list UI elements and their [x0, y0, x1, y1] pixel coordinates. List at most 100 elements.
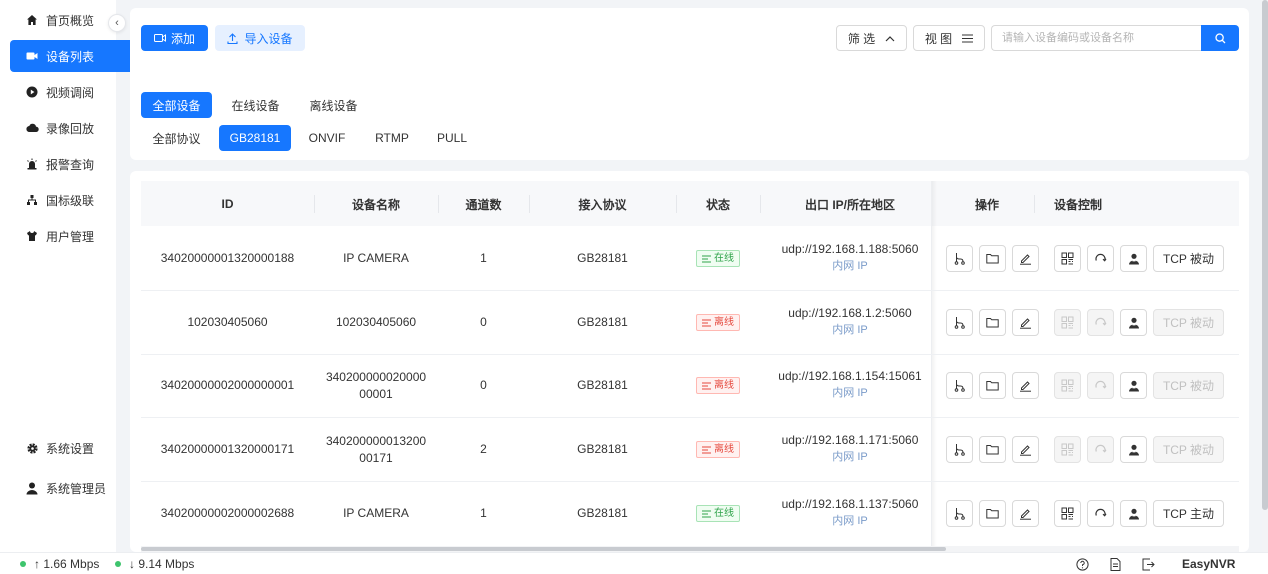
sidebar-item-settings[interactable]: 系统设置	[10, 432, 134, 464]
qrcode-icon	[1061, 507, 1074, 520]
edit-icon	[1019, 443, 1032, 456]
channel-tree-button[interactable]	[946, 500, 973, 527]
user-bind-button[interactable]	[1120, 245, 1147, 272]
folder-button[interactable]	[979, 436, 1006, 463]
column-header-status: 状态	[705, 197, 730, 212]
search-button[interactable]	[1201, 25, 1239, 51]
add-button[interactable]: 添加	[141, 25, 208, 51]
edit-button[interactable]	[1012, 309, 1039, 336]
refresh-button[interactable]	[1087, 309, 1114, 336]
sidebar-item-label: 首页概览	[46, 13, 95, 28]
play-icon	[24, 86, 40, 98]
tab-online-devices[interactable]: 在线设备	[222, 92, 289, 118]
tcp-mode-button[interactable]: TCP 被动	[1153, 309, 1224, 336]
channel-tree-button[interactable]	[946, 309, 973, 336]
tab-protocol-onvif[interactable]: ONVIF	[298, 125, 356, 151]
tab-protocol-rtmp[interactable]: RTMP	[364, 125, 420, 151]
document-button[interactable]	[1110, 553, 1121, 574]
cell-id: 102030405060	[187, 315, 268, 329]
folder-button[interactable]	[979, 500, 1006, 527]
sidebar-item-playback[interactable]: 录像回放	[10, 112, 134, 144]
refresh-icon	[1094, 252, 1107, 265]
search-icon	[1214, 32, 1226, 44]
view-button[interactable]: 视 图	[913, 25, 985, 51]
tcp-mode-button[interactable]: TCP 主动	[1153, 500, 1224, 527]
branch-icon	[953, 252, 966, 265]
refresh-button[interactable]	[1087, 245, 1114, 272]
refresh-button[interactable]	[1087, 436, 1114, 463]
user-bind-button[interactable]	[1120, 372, 1147, 399]
user-bind-button[interactable]	[1120, 309, 1147, 336]
cell-ip: udp://192.168.1.171:5060 内网 IP	[760, 417, 940, 480]
vertical-scrollbar-thumb[interactable]	[1262, 0, 1268, 510]
user-icon	[24, 482, 40, 495]
menu-icon	[962, 33, 974, 43]
cell-id: 34020000002000002688	[160, 506, 295, 520]
tcp-mode-button[interactable]: TCP 被动	[1153, 245, 1224, 272]
column-header-ip: 出口 IP/所在地区	[804, 197, 895, 212]
qrcode-button[interactable]	[1054, 500, 1081, 527]
import-device-button[interactable]: 导入设备	[215, 25, 305, 51]
person-icon	[1128, 508, 1140, 520]
horizontal-scrollbar-thumb[interactable]	[141, 547, 946, 551]
edit-button[interactable]	[1012, 436, 1039, 463]
folder-button[interactable]	[979, 309, 1006, 336]
sidebar-item-device-list[interactable]: 设备列表	[10, 40, 134, 72]
branch-icon	[953, 507, 966, 520]
status-bar: ↑ 1.66 Mbps ↓ 9.14 Mbps EasyNVR	[0, 552, 1268, 574]
column-header-name: 设备名称	[351, 197, 400, 212]
qrcode-button[interactable]	[1054, 245, 1081, 272]
search-input[interactable]	[991, 25, 1201, 51]
refresh-button[interactable]	[1087, 500, 1114, 527]
filter-button[interactable]: 筛 选	[836, 25, 907, 51]
edit-button[interactable]	[1012, 372, 1039, 399]
tcp-mode-button[interactable]: TCP 被动	[1153, 436, 1224, 463]
ip-region: 内网 IP	[832, 259, 868, 272]
channel-tree-button[interactable]	[946, 245, 973, 272]
refresh-icon	[1094, 443, 1107, 456]
tab-protocol-all[interactable]: 全部协议	[141, 125, 212, 151]
header-divider	[314, 195, 315, 213]
tab-all-devices[interactable]: 全部设备	[141, 92, 212, 118]
status-badge: 离线	[696, 314, 740, 331]
cell-device-name: 340200000020000 00001	[325, 369, 427, 401]
user-bind-button[interactable]	[1120, 436, 1147, 463]
header-divider	[676, 195, 677, 213]
channel-tree-button[interactable]	[946, 372, 973, 399]
tab-protocol-gb28181[interactable]: GB28181	[219, 125, 291, 151]
sidebar-item-admin[interactable]: 系统管理员	[10, 472, 134, 504]
channel-tree-button[interactable]	[946, 436, 973, 463]
refresh-button[interactable]	[1087, 372, 1114, 399]
qrcode-button[interactable]	[1054, 309, 1081, 336]
export-button[interactable]	[1142, 553, 1155, 574]
cell-status: 离线	[676, 291, 760, 354]
qrcode-button[interactable]	[1054, 436, 1081, 463]
edit-icon	[1019, 507, 1032, 520]
qrcode-icon	[1061, 316, 1074, 329]
document-icon	[1110, 557, 1121, 571]
column-header-channels: 通道数	[465, 197, 502, 212]
cell-channels: 1	[480, 251, 487, 265]
tab-offline-devices[interactable]: 离线设备	[300, 92, 367, 118]
ip-address: udp://192.168.1.2:5060	[788, 305, 912, 320]
branch-icon	[953, 379, 966, 392]
tab-protocol-pull[interactable]: PULL	[427, 125, 477, 151]
qrcode-icon	[1061, 252, 1074, 265]
sidebar-item-cascade[interactable]: 国标级联	[10, 184, 134, 216]
folder-button[interactable]	[979, 372, 1006, 399]
edit-button[interactable]	[1012, 500, 1039, 527]
status-badge: 在线	[696, 505, 740, 522]
help-button[interactable]	[1076, 553, 1089, 574]
qrcode-button[interactable]	[1054, 372, 1081, 399]
tcp-mode-button[interactable]: TCP 被动	[1153, 372, 1224, 399]
sidebar-item-alarm[interactable]: 报警查询	[10, 148, 134, 180]
sidebar-item-label: 设备列表	[46, 49, 95, 64]
sidebar-item-video[interactable]: 视频调阅	[10, 76, 134, 108]
user-bind-button[interactable]	[1120, 500, 1147, 527]
sidebar-item-users[interactable]: 用户管理	[10, 220, 134, 252]
edit-button[interactable]	[1012, 245, 1039, 272]
edit-icon	[1019, 316, 1032, 329]
collapse-sidebar-button[interactable]: ‹	[108, 14, 126, 32]
folder-button[interactable]	[979, 245, 1006, 272]
cell-protocol: GB28181	[577, 442, 628, 456]
